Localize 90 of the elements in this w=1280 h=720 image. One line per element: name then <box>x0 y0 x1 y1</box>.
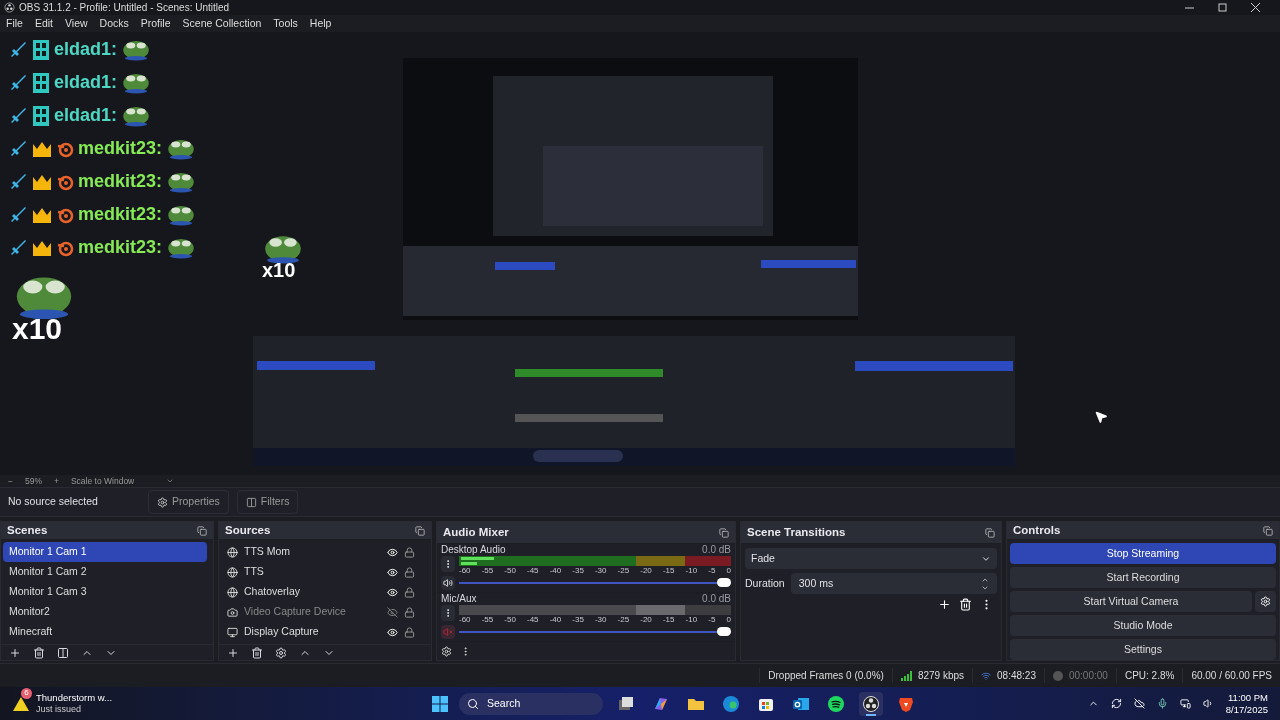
source-name[interactable]: TTS Mom <box>244 544 381 561</box>
chat-username: medkit23: <box>78 236 163 259</box>
meter-tick-label: -30 <box>594 615 607 625</box>
meter-tick-label: -30 <box>594 566 607 576</box>
meter-tick-label: -50 <box>504 615 516 625</box>
meter-tick-label: -25 <box>617 615 630 625</box>
multiplier-text: x10 <box>262 257 296 283</box>
meter-tick-label: -15 <box>662 615 675 625</box>
scene-item[interactable]: Minecraft <box>3 622 207 643</box>
notification-badge: 6 <box>21 687 32 699</box>
panel-title: Scenes <box>7 523 48 538</box>
meter-tick-label: 0 <box>726 566 731 576</box>
scene-item[interactable]: Monitor2 <box>3 602 207 623</box>
scene-item[interactable]: Monitor 1 Cam 1 <box>3 542 207 563</box>
control-button[interactable]: Settings <box>1010 639 1276 661</box>
menu-item[interactable]: Edit <box>34 15 53 32</box>
source-name[interactable]: Display Capture <box>244 624 381 641</box>
meter-tick-label: -45 <box>526 566 539 576</box>
menu-item[interactable]: File <box>6 15 23 32</box>
panel-title: Scene Transitions <box>747 524 846 540</box>
meter-tick-label: -35 <box>572 566 584 576</box>
meter-tick-label: -20 <box>640 566 652 576</box>
scene-item[interactable]: Monitor 1 Cam 2 <box>3 562 207 583</box>
panel-title: Controls <box>1013 523 1061 538</box>
clock-time[interactable]: 11:00 PM <box>1228 691 1268 704</box>
control-button[interactable]: Start Virtual Camera <box>1010 591 1252 613</box>
meter-tick-label: -5 <box>708 615 716 625</box>
chat-username: eldad1: <box>54 104 118 127</box>
db-reading: 0.0 dB <box>702 593 731 605</box>
chat-username: medkit23: <box>78 203 163 226</box>
menu-item[interactable]: Scene Collection <box>182 15 262 32</box>
meter-tick-label: -55 <box>481 566 494 576</box>
bitrate: 8279 kbps <box>917 669 965 683</box>
meter-tick-label: -40 <box>549 615 562 625</box>
menu-item[interactable]: View <box>65 15 88 32</box>
notification-title: Thunderstorm w... <box>36 691 113 704</box>
source-name[interactable]: Chatoverlay <box>244 584 381 601</box>
control-button[interactable]: Stop Streaming <box>1010 543 1276 565</box>
meter-tick-label: -15 <box>662 566 675 576</box>
search-field[interactable]: Search <box>459 692 603 715</box>
source-name[interactable]: Video Capture Device <box>244 604 381 621</box>
panel-title: Sources <box>225 523 271 538</box>
fps: 60.00 / 60.00 FPS <box>1182 668 1280 683</box>
chat-username: eldad1: <box>54 71 118 94</box>
meter-tick-label: -10 <box>685 615 698 625</box>
stream-time: 08:48:23 <box>997 669 1036 683</box>
properties-button[interactable]: Properties <box>148 490 229 514</box>
zoom-level: 59% <box>24 474 42 488</box>
meter-tick-label: -60 <box>459 615 471 625</box>
zoom-out-button[interactable]: − <box>8 474 13 488</box>
meter-tick-label: -40 <box>549 566 562 576</box>
transition-dropdown[interactable]: Fade <box>745 548 997 569</box>
menu-item[interactable]: Docks <box>99 15 129 32</box>
meter-tick-label: -5 <box>708 566 716 576</box>
clock-date[interactable]: 8/17/2025 <box>1225 703 1268 716</box>
channel-name: Mic/Aux <box>441 593 477 605</box>
cpu-usage: CPU: 2.8% <box>1115 668 1183 683</box>
source-status-text: No source selected <box>8 494 99 510</box>
meter-tick-label: -50 <box>504 566 516 576</box>
zoom-in-button[interactable]: + <box>54 474 59 488</box>
meter-tick-label: -25 <box>617 566 630 576</box>
window-title: OBS 31.1.2 - Profile: Untitled - Scenes: Untitled <box>19 1 230 15</box>
meter-tick-label: -10 <box>685 566 698 576</box>
notification-subtitle: Just issued <box>36 703 83 716</box>
record-time: 00:00:00 <box>1068 669 1108 683</box>
meter-tick-label: -45 <box>526 615 539 625</box>
meter-tick-label: -60 <box>459 566 471 576</box>
source-name[interactable]: TTS <box>244 564 381 581</box>
chat-username: medkit23: <box>78 170 163 193</box>
scale-mode-dropdown[interactable]: Scale to Window <box>70 474 175 488</box>
menu-item[interactable]: Profile <box>140 15 171 32</box>
panel-title: Audio Mixer <box>443 524 509 540</box>
dropped-frames: Dropped Frames 0 (0.0%) <box>759 668 892 683</box>
filters-button[interactable]: Filters <box>236 490 299 514</box>
multiplier-text: x10 <box>12 311 63 347</box>
chat-username: eldad1: <box>54 38 118 61</box>
meter-tick-label: -55 <box>481 615 494 625</box>
chat-username: medkit23: <box>78 137 163 160</box>
menu-item[interactable]: Tools <box>273 15 298 32</box>
control-button[interactable]: Start Recording <box>1010 567 1276 589</box>
meter-tick-label: -35 <box>572 615 584 625</box>
duration-label: Duration <box>745 575 785 591</box>
menu-item[interactable]: Help <box>309 15 332 32</box>
control-button[interactable]: Studio Mode <box>1010 615 1276 637</box>
db-reading: 0.0 dB <box>702 544 731 556</box>
meter-tick-label: -20 <box>640 615 652 625</box>
scene-item[interactable]: Monitor 1 Cam 3 <box>3 582 207 603</box>
meter-tick-label: 0 <box>726 615 731 625</box>
channel-name: Desktop Audio <box>441 544 506 556</box>
duration-field[interactable]: 300 ms <box>790 573 997 594</box>
